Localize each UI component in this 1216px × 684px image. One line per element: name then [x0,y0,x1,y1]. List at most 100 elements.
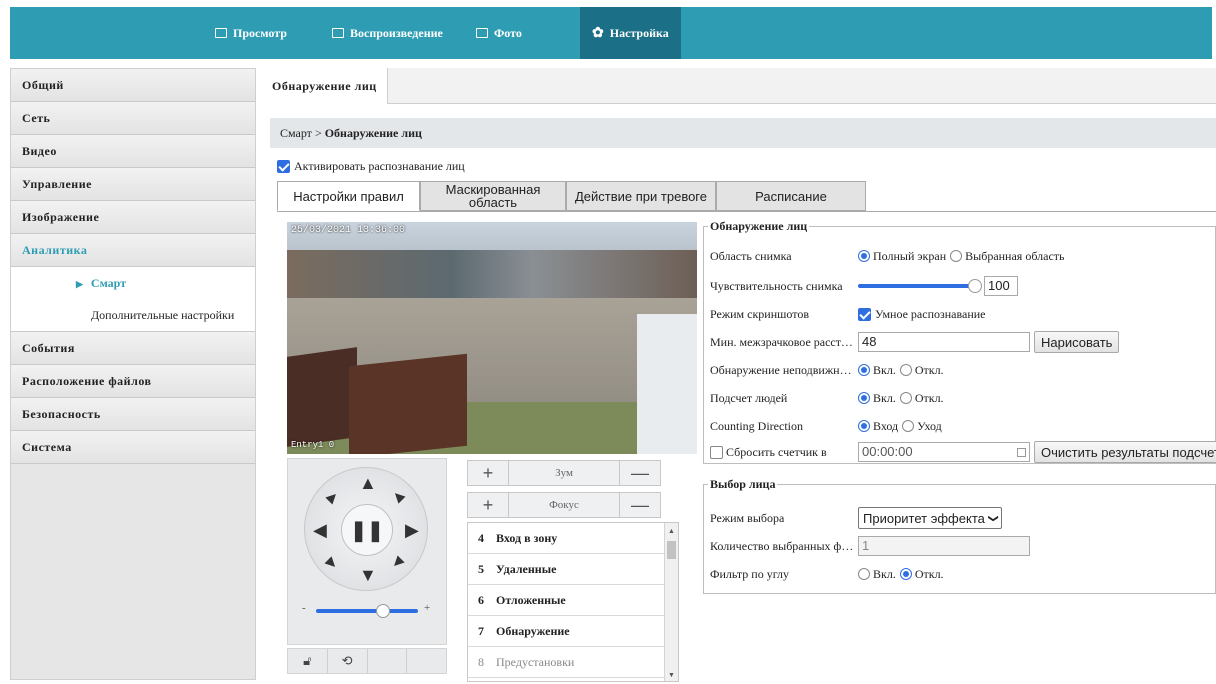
counting-direction-row: Counting Direction Вход Уход [710,418,942,434]
focus-in-button[interactable]: + [468,493,508,517]
tab-alarm-action[interactable]: Действие при тревоге [566,181,716,211]
link-icon[interactable]: ⟲ [328,649,368,673]
sidebar-item-analytics[interactable]: Аналитика [11,234,255,267]
nav-photo[interactable]: Фото [476,7,522,59]
list-item[interactable]: 7 Обнаружение [468,616,678,647]
arrow-down-left-icon[interactable]: ▶ [322,553,342,573]
clear-count-results-button[interactable]: Очистить результаты подсчета [1034,441,1216,463]
direction-out-radio[interactable]: Уход [902,419,942,434]
tab-schedule[interactable]: Расписание [716,181,866,211]
arrow-down-right-icon[interactable]: ▶ [388,553,408,573]
selection-mode-row: Режим выбора Приоритет эффекта ❯ [710,507,1003,529]
list-item[interactable]: 5 Удаленные [468,554,678,585]
list-item[interactable]: 4 Вход в зону [468,523,678,554]
live-video-preview[interactable]: 25/03/2021 13:36:00 Entry1 0 [287,222,697,454]
pupil-distance-input[interactable]: 48 [858,332,1030,352]
sidebar-submenu-analytics: ▶ Смарт Дополнительные настройки [11,267,255,332]
angle-off-radio[interactable]: Откл. [899,567,944,582]
preset-scrollbar[interactable]: ▲ ▼ [664,523,678,681]
area-fullscreen-radio[interactable]: Полный экран [858,249,946,264]
arrow-down-icon[interactable]: ▼ [359,566,377,584]
face-detection-group: Обнаружение лиц Область снимка Полный эк… [703,219,1216,464]
static-on-radio[interactable]: Вкл. [858,363,896,378]
sidebar-item-image[interactable]: Изображение [11,201,255,234]
list-item[interactable]: 6 Отложенные [468,585,678,616]
radio-icon [858,250,870,262]
nav-settings[interactable]: ✿ Настройка [580,7,681,59]
zoom-control: + Зум — [467,460,661,486]
chevron-down-icon: ❯ [987,513,999,523]
smart-recognition-checkbox[interactable] [858,307,871,321]
area-selected-radio[interactable]: Выбранная область [950,249,1065,264]
arrow-left-icon[interactable]: ◀ [313,521,327,539]
reset-time-input[interactable]: 00:00:00 [858,442,1030,462]
tab-masked-area[interactable]: Маскированная область [420,181,566,211]
count-on-radio[interactable]: Вкл. [858,391,896,406]
scrollbar-thumb[interactable] [667,541,676,559]
sidebar-item-video[interactable]: Видео [11,135,255,168]
toolbar-empty-2[interactable] [407,649,446,673]
sidebar-item-general[interactable]: Общий [11,69,255,102]
radio-icon [899,568,912,580]
sidebar-item-control[interactable]: Управление [11,168,255,201]
count-off-radio[interactable]: Откл. [899,391,944,406]
ptz-toolbar: 🔓︎ ⟲ [287,648,447,674]
arrow-up-icon[interactable]: ▲ [359,474,377,492]
sidebar-item-events[interactable]: События [11,332,255,365]
sidebar-item-security[interactable]: Безопасность [11,398,255,431]
nav-view[interactable]: Просмотр [215,7,287,59]
sensitivity-slider[interactable] [858,279,982,293]
sidebar-item-network[interactable]: Сеть [11,102,255,135]
main-content: Обнаружение лиц Смарт > Обнаружение лиц … [262,68,1216,684]
slider-knob[interactable] [376,604,390,618]
arrow-up-right-icon[interactable]: ▶ [388,487,408,507]
focus-out-button[interactable]: — [620,493,660,517]
breadcrumb-parent[interactable]: Смарт [280,126,312,140]
zoom-in-button[interactable]: + [468,461,508,485]
radio-icon [858,420,870,432]
sensitivity-row: Чувствительность снимка 100 [710,275,1018,297]
pupil-distance-row: Мин. межзрачковое расстояние 48 Нарисова… [710,331,1120,353]
calendar-icon[interactable] [1017,447,1026,457]
direction-in-radio[interactable]: Вход [858,419,898,434]
toolbar-empty-1[interactable] [368,649,408,673]
scroll-up-icon[interactable]: ▲ [668,527,675,535]
activate-checkbox[interactable] [277,160,290,173]
sidebar-item-storage[interactable]: Расположение файлов [11,365,255,398]
focus-control: + Фокус — [467,492,661,518]
radio-icon [950,250,963,262]
sidebar-subitem-advanced[interactable]: Дополнительные настройки [11,299,255,331]
tab-face-detection[interactable]: Обнаружение лиц [262,68,388,104]
selected-count-row: Количество выбранных фото 1 [710,535,1030,557]
page-tabbar: Обнаружение лиц [262,68,1216,104]
zoom-out-button[interactable]: — [620,461,660,485]
selected-count-input[interactable]: 1 [858,536,1030,556]
video-buildings [287,250,697,298]
slider-knob[interactable] [968,279,982,293]
preset-list: 4 Вход в зону 5 Удаленные 6 Отложенные 7 Обн… [467,522,679,682]
nav-playback[interactable]: Воспроизведение [332,7,443,59]
face-detection-legend: Обнаружение лиц [708,219,810,234]
video-container-1 [287,347,357,447]
radio-icon [902,420,915,432]
draw-button[interactable]: Нарисовать [1034,331,1120,353]
pause-icon[interactable]: ❚❚ [341,504,393,556]
angle-on-radio[interactable]: Вкл. [858,567,896,582]
speed-max-label: + [424,602,431,614]
arrow-right-icon[interactable]: ▶ [405,521,419,539]
radio-icon [858,568,870,580]
sidebar-subitem-smart[interactable]: ▶ Смарт [11,267,255,299]
static-off-radio[interactable]: Откл. [899,363,944,378]
reset-counter-checkbox[interactable] [710,445,723,459]
activate-face-recognition[interactable]: Активировать распознавание лиц [277,159,465,174]
tab-rule-settings[interactable]: Настройки правил [277,181,420,211]
lock-icon[interactable]: 🔓︎ [288,649,328,673]
ptz-speed-slider[interactable] [316,604,418,618]
sidebar-item-system[interactable]: Система [11,431,255,464]
selection-mode-select[interactable]: Приоритет эффекта ❯ [858,507,1003,529]
scroll-down-icon[interactable]: ▼ [668,671,675,679]
sensitivity-input[interactable]: 100 [984,276,1018,296]
breadcrumb-separator: > [314,126,322,140]
list-item[interactable]: 8 Предустановки [468,647,678,678]
arrow-up-left-icon[interactable]: ▶ [322,487,342,507]
